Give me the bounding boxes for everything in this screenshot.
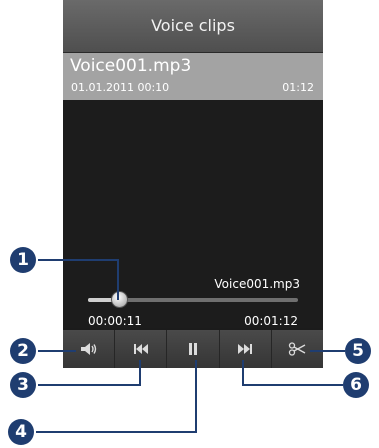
rewind-icon (133, 344, 148, 354)
pause-icon (189, 343, 197, 355)
control-bar (63, 330, 323, 368)
fast-forward-icon (238, 344, 253, 354)
file-duration: 01:12 (282, 81, 314, 94)
trim-button[interactable] (272, 330, 323, 368)
scissors-icon (289, 342, 306, 356)
player-display-area (63, 100, 323, 328)
fast-forward-button[interactable] (220, 330, 272, 368)
volume-icon (80, 343, 96, 355)
voice-clip-player-screen: Voice clips Voice001.mp3 01.01.2011 00:1… (63, 0, 323, 368)
pause-button[interactable] (167, 330, 220, 368)
callout-6-badge: 6 (343, 372, 369, 398)
callout-1-badge: 1 (10, 247, 36, 273)
progress-slider-handle[interactable] (111, 291, 128, 308)
total-time: 00:01:12 (244, 314, 298, 328)
current-track-name: Voice001.mp3 (214, 277, 300, 291)
volume-button[interactable] (63, 330, 116, 368)
elapsed-time: 00:00:11 (88, 314, 142, 328)
page-title: Voice clips (63, 0, 323, 53)
callout-4-badge: 4 (8, 419, 34, 445)
file-info-bar[interactable]: Voice001.mp3 01.01.2011 00:10 01:12 (63, 53, 323, 100)
callout-5-badge: 5 (345, 338, 371, 364)
file-name: Voice001.mp3 (70, 56, 192, 76)
callout-3-badge: 3 (10, 372, 36, 398)
rewind-button[interactable] (115, 330, 168, 368)
callout-2-badge: 2 (10, 338, 36, 364)
file-date: 01.01.2011 00:10 (71, 81, 170, 94)
